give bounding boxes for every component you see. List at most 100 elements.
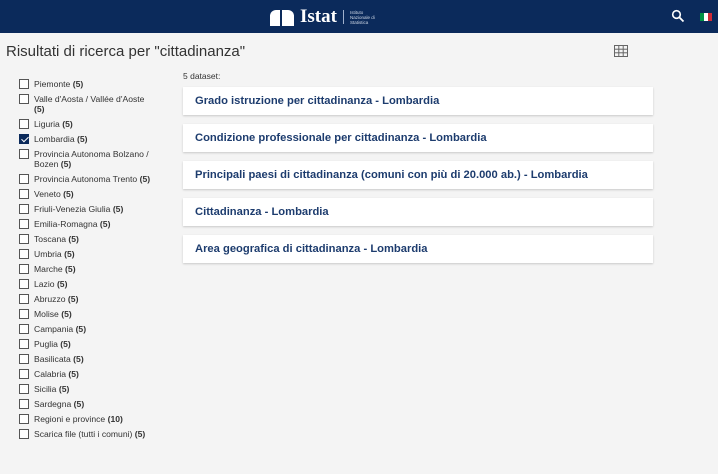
checkbox[interactable]	[19, 324, 29, 334]
filter-item[interactable]: Abruzzo (5)	[19, 294, 169, 304]
italy-flag-icon[interactable]	[700, 13, 712, 21]
search-icon[interactable]	[671, 9, 685, 23]
filter-item[interactable]: Campania (5)	[19, 324, 169, 334]
filter-label: Regioni e province (10)	[34, 414, 154, 424]
results-list: Grado istruzione per cittadinanza - Lomb…	[183, 87, 653, 272]
checkbox-checked[interactable]	[19, 134, 29, 144]
checkbox[interactable]	[19, 234, 29, 244]
checkbox[interactable]	[19, 94, 29, 104]
filter-count: (5)	[64, 249, 75, 259]
filter-label: Umbria (5)	[34, 249, 154, 259]
filter-name: Piemonte	[34, 79, 71, 89]
dataset-result-card[interactable]: Grado istruzione per cittadinanza - Lomb…	[183, 87, 653, 115]
grid-view-icon[interactable]	[614, 44, 628, 57]
filter-name: Sardegna	[34, 399, 72, 409]
filter-count: (5)	[112, 204, 124, 214]
filter-item[interactable]: Valle d'Aosta / Vallée d'Aoste (5)	[19, 94, 169, 114]
filter-item[interactable]: Lazio (5)	[19, 279, 169, 289]
filter-label: Piemonte (5)	[34, 79, 154, 89]
filter-item[interactable]: Provincia Autonoma Bolzano / Bozen (5)	[19, 149, 169, 169]
filter-label: Toscana (5)	[34, 234, 154, 244]
filter-count: (5)	[68, 369, 79, 379]
filter-name: Campania	[34, 324, 74, 334]
checkbox[interactable]	[19, 294, 29, 304]
checkbox[interactable]	[19, 174, 29, 184]
dataset-title-link[interactable]: Area geografica di cittadinanza - Lombar…	[195, 243, 428, 255]
filter-item[interactable]: Provincia Autonoma Trento (5)	[19, 174, 169, 184]
filter-item[interactable]: Friuli-Venezia Giulia (5)	[19, 204, 169, 214]
checkbox[interactable]	[19, 384, 29, 394]
filter-name: Marche	[34, 264, 63, 274]
checkbox[interactable]	[19, 79, 29, 89]
filter-count: (5)	[75, 324, 87, 334]
filter-item[interactable]: Sardegna (5)	[19, 399, 169, 409]
filter-name: Friuli-Venezia Giulia	[34, 204, 111, 214]
filter-item[interactable]: Sicilia (5)	[19, 384, 169, 394]
filter-name: Basilicata	[34, 354, 71, 364]
top-navigation-bar: Istat Istituto Nazionale di Statistica	[0, 0, 718, 33]
filter-item[interactable]: Puglia (5)	[19, 339, 169, 349]
filter-name: Umbria	[34, 249, 62, 259]
checkbox[interactable]	[19, 279, 29, 289]
filter-count: (5)	[62, 119, 73, 129]
dataset-result-card[interactable]: Principali paesi di cittadinanza (comuni…	[183, 161, 653, 189]
dataset-title-link[interactable]: Principali paesi di cittadinanza (comuni…	[195, 169, 588, 181]
checkbox[interactable]	[19, 219, 29, 229]
checkbox[interactable]	[19, 399, 29, 409]
filter-count: (5)	[34, 104, 45, 114]
filter-name: Regioni e province	[34, 414, 106, 424]
checkbox[interactable]	[19, 354, 29, 364]
filter-name: Sicilia	[34, 384, 57, 394]
filter-item[interactable]: Umbria (5)	[19, 249, 169, 259]
filter-label: Sicilia (5)	[34, 384, 154, 394]
filter-label: Marche (5)	[34, 264, 154, 274]
dataset-result-card[interactable]: Condizione professionale per cittadinanz…	[183, 124, 653, 152]
checkbox[interactable]	[19, 189, 29, 199]
filter-label: Veneto (5)	[34, 189, 154, 199]
filter-item[interactable]: Regioni e province (10)	[19, 414, 169, 424]
checkbox[interactable]	[19, 339, 29, 349]
filter-count: (5)	[134, 429, 146, 439]
filter-label: Puglia (5)	[34, 339, 154, 349]
filter-count: (10)	[107, 414, 123, 424]
checkbox[interactable]	[19, 149, 29, 159]
filter-count: (5)	[60, 339, 71, 349]
filter-name: Lombardia	[34, 134, 75, 144]
filter-item[interactable]: Lombardia (5)	[19, 134, 169, 144]
filter-count: (5)	[73, 354, 84, 364]
checkbox[interactable]	[19, 429, 29, 439]
filter-count: (5)	[61, 309, 72, 319]
filter-item[interactable]: Liguria (5)	[19, 119, 169, 129]
filter-count: (5)	[58, 384, 70, 394]
dataset-result-card[interactable]: Cittadinanza - Lombardia	[183, 198, 653, 226]
filter-name: Veneto	[34, 189, 61, 199]
filter-item[interactable]: Veneto (5)	[19, 189, 169, 199]
checkbox[interactable]	[19, 204, 29, 214]
istat-logo[interactable]: Istat Istituto Nazionale di Statistica	[270, 6, 384, 28]
checkbox[interactable]	[19, 264, 29, 274]
dataset-result-card[interactable]: Area geografica di cittadinanza - Lombar…	[183, 235, 653, 263]
filter-item[interactable]: Scarica file (tutti i comuni) (5)	[19, 429, 169, 439]
filter-name: Emilia-Romagna	[34, 219, 98, 229]
filter-item[interactable]: Marche (5)	[19, 264, 169, 274]
filter-label: Scarica file (tutti i comuni) (5)	[34, 429, 154, 439]
filter-item[interactable]: Piemonte (5)	[19, 79, 169, 89]
filter-item[interactable]: Toscana (5)	[19, 234, 169, 244]
filter-item[interactable]: Molise (5)	[19, 309, 169, 319]
checkbox[interactable]	[19, 309, 29, 319]
dataset-title-link[interactable]: Cittadinanza - Lombardia	[195, 206, 329, 218]
dataset-title-link[interactable]: Grado istruzione per cittadinanza - Lomb…	[195, 95, 439, 107]
filter-name: Provincia Autonoma Bolzano / Bozen	[34, 149, 149, 169]
checkbox[interactable]	[19, 249, 29, 259]
dataset-title-link[interactable]: Condizione professionale per cittadinanz…	[195, 132, 487, 144]
filter-name: Valle d'Aosta / Vallée d'Aoste	[34, 94, 145, 104]
checkbox[interactable]	[19, 369, 29, 379]
filter-name: Toscana	[34, 234, 67, 244]
istat-logo-icon	[270, 8, 294, 26]
checkbox[interactable]	[19, 414, 29, 424]
filter-item[interactable]: Calabria (5)	[19, 369, 169, 379]
checkbox[interactable]	[19, 119, 29, 129]
filter-item[interactable]: Basilicata (5)	[19, 354, 169, 364]
filter-item[interactable]: Emilia-Romagna (5)	[19, 219, 169, 229]
filter-count: (5)	[72, 79, 84, 89]
